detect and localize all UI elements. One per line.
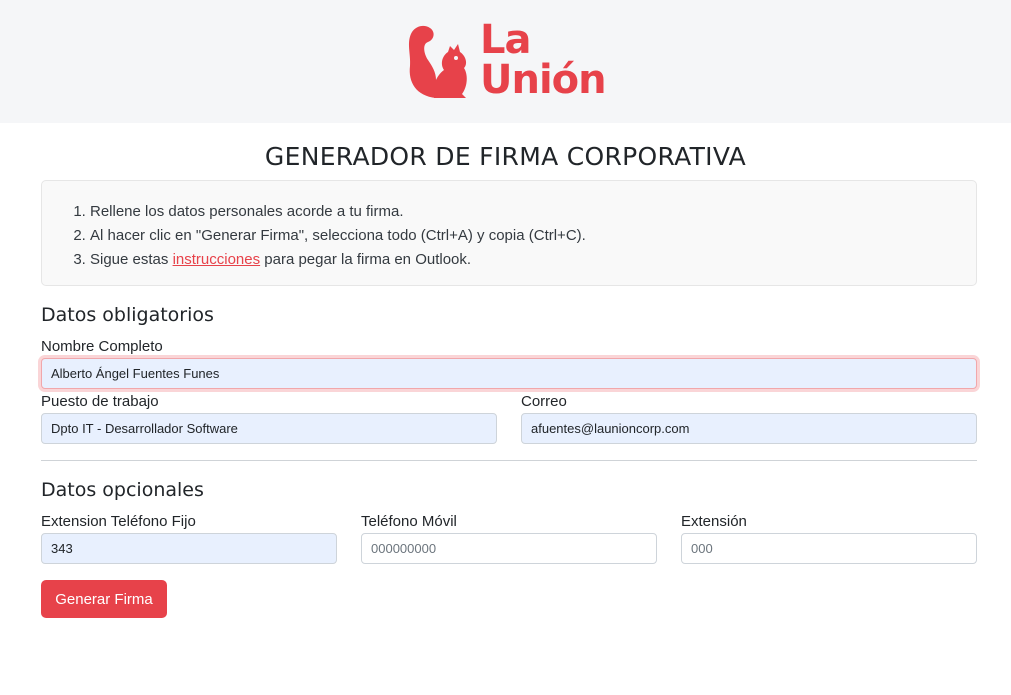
mobile-phone-input[interactable] (361, 533, 657, 564)
instruction-step-1: Rellene los datos personales acorde a tu… (90, 200, 586, 224)
required-section-heading: Datos obligatorios (41, 304, 214, 326)
email-input[interactable] (521, 413, 977, 444)
job-title-input[interactable] (41, 413, 497, 444)
job-title-label: Puesto de trabajo (41, 393, 159, 410)
optional-section-heading: Datos opcionales (41, 479, 204, 501)
brand-wordmark: La Unión (480, 17, 607, 103)
instruction-step-3: Sigue estas instrucciones para pegar la … (90, 248, 586, 272)
brand-wordmark-line1: La (480, 17, 531, 63)
instructions-box: Rellene los datos personales acorde a tu… (41, 180, 977, 286)
full-name-input[interactable] (41, 358, 977, 389)
instructions-link[interactable]: instrucciones (173, 251, 261, 268)
instructions-list: Rellene los datos personales acorde a tu… (90, 200, 586, 272)
squirrel-icon (408, 25, 467, 98)
landline-extension-label: Extension Teléfono Fijo (41, 513, 196, 530)
brand-logo: La Unión (406, 20, 616, 102)
section-divider (41, 460, 977, 461)
email-label: Correo (521, 393, 567, 410)
brand-wordmark-line2: Unión (480, 57, 607, 103)
extension-label: Extensión (681, 513, 747, 530)
generate-signature-button[interactable]: Generar Firma (41, 580, 167, 618)
mobile-phone-label: Teléfono Móvil (361, 513, 457, 530)
extension-input[interactable] (681, 533, 977, 564)
landline-extension-input[interactable] (41, 533, 337, 564)
instruction-step-3-after: para pegar la firma en Outlook. (260, 251, 472, 268)
header: La Unión (0, 0, 1011, 123)
instruction-step-3-before: Sigue estas (90, 251, 173, 268)
instruction-step-2: Al hacer clic en "Generar Firma", selecc… (90, 224, 586, 248)
full-name-label: Nombre Completo (41, 338, 163, 355)
page-title: GENERADOR DE FIRMA CORPORATIVA (264, 142, 747, 171)
